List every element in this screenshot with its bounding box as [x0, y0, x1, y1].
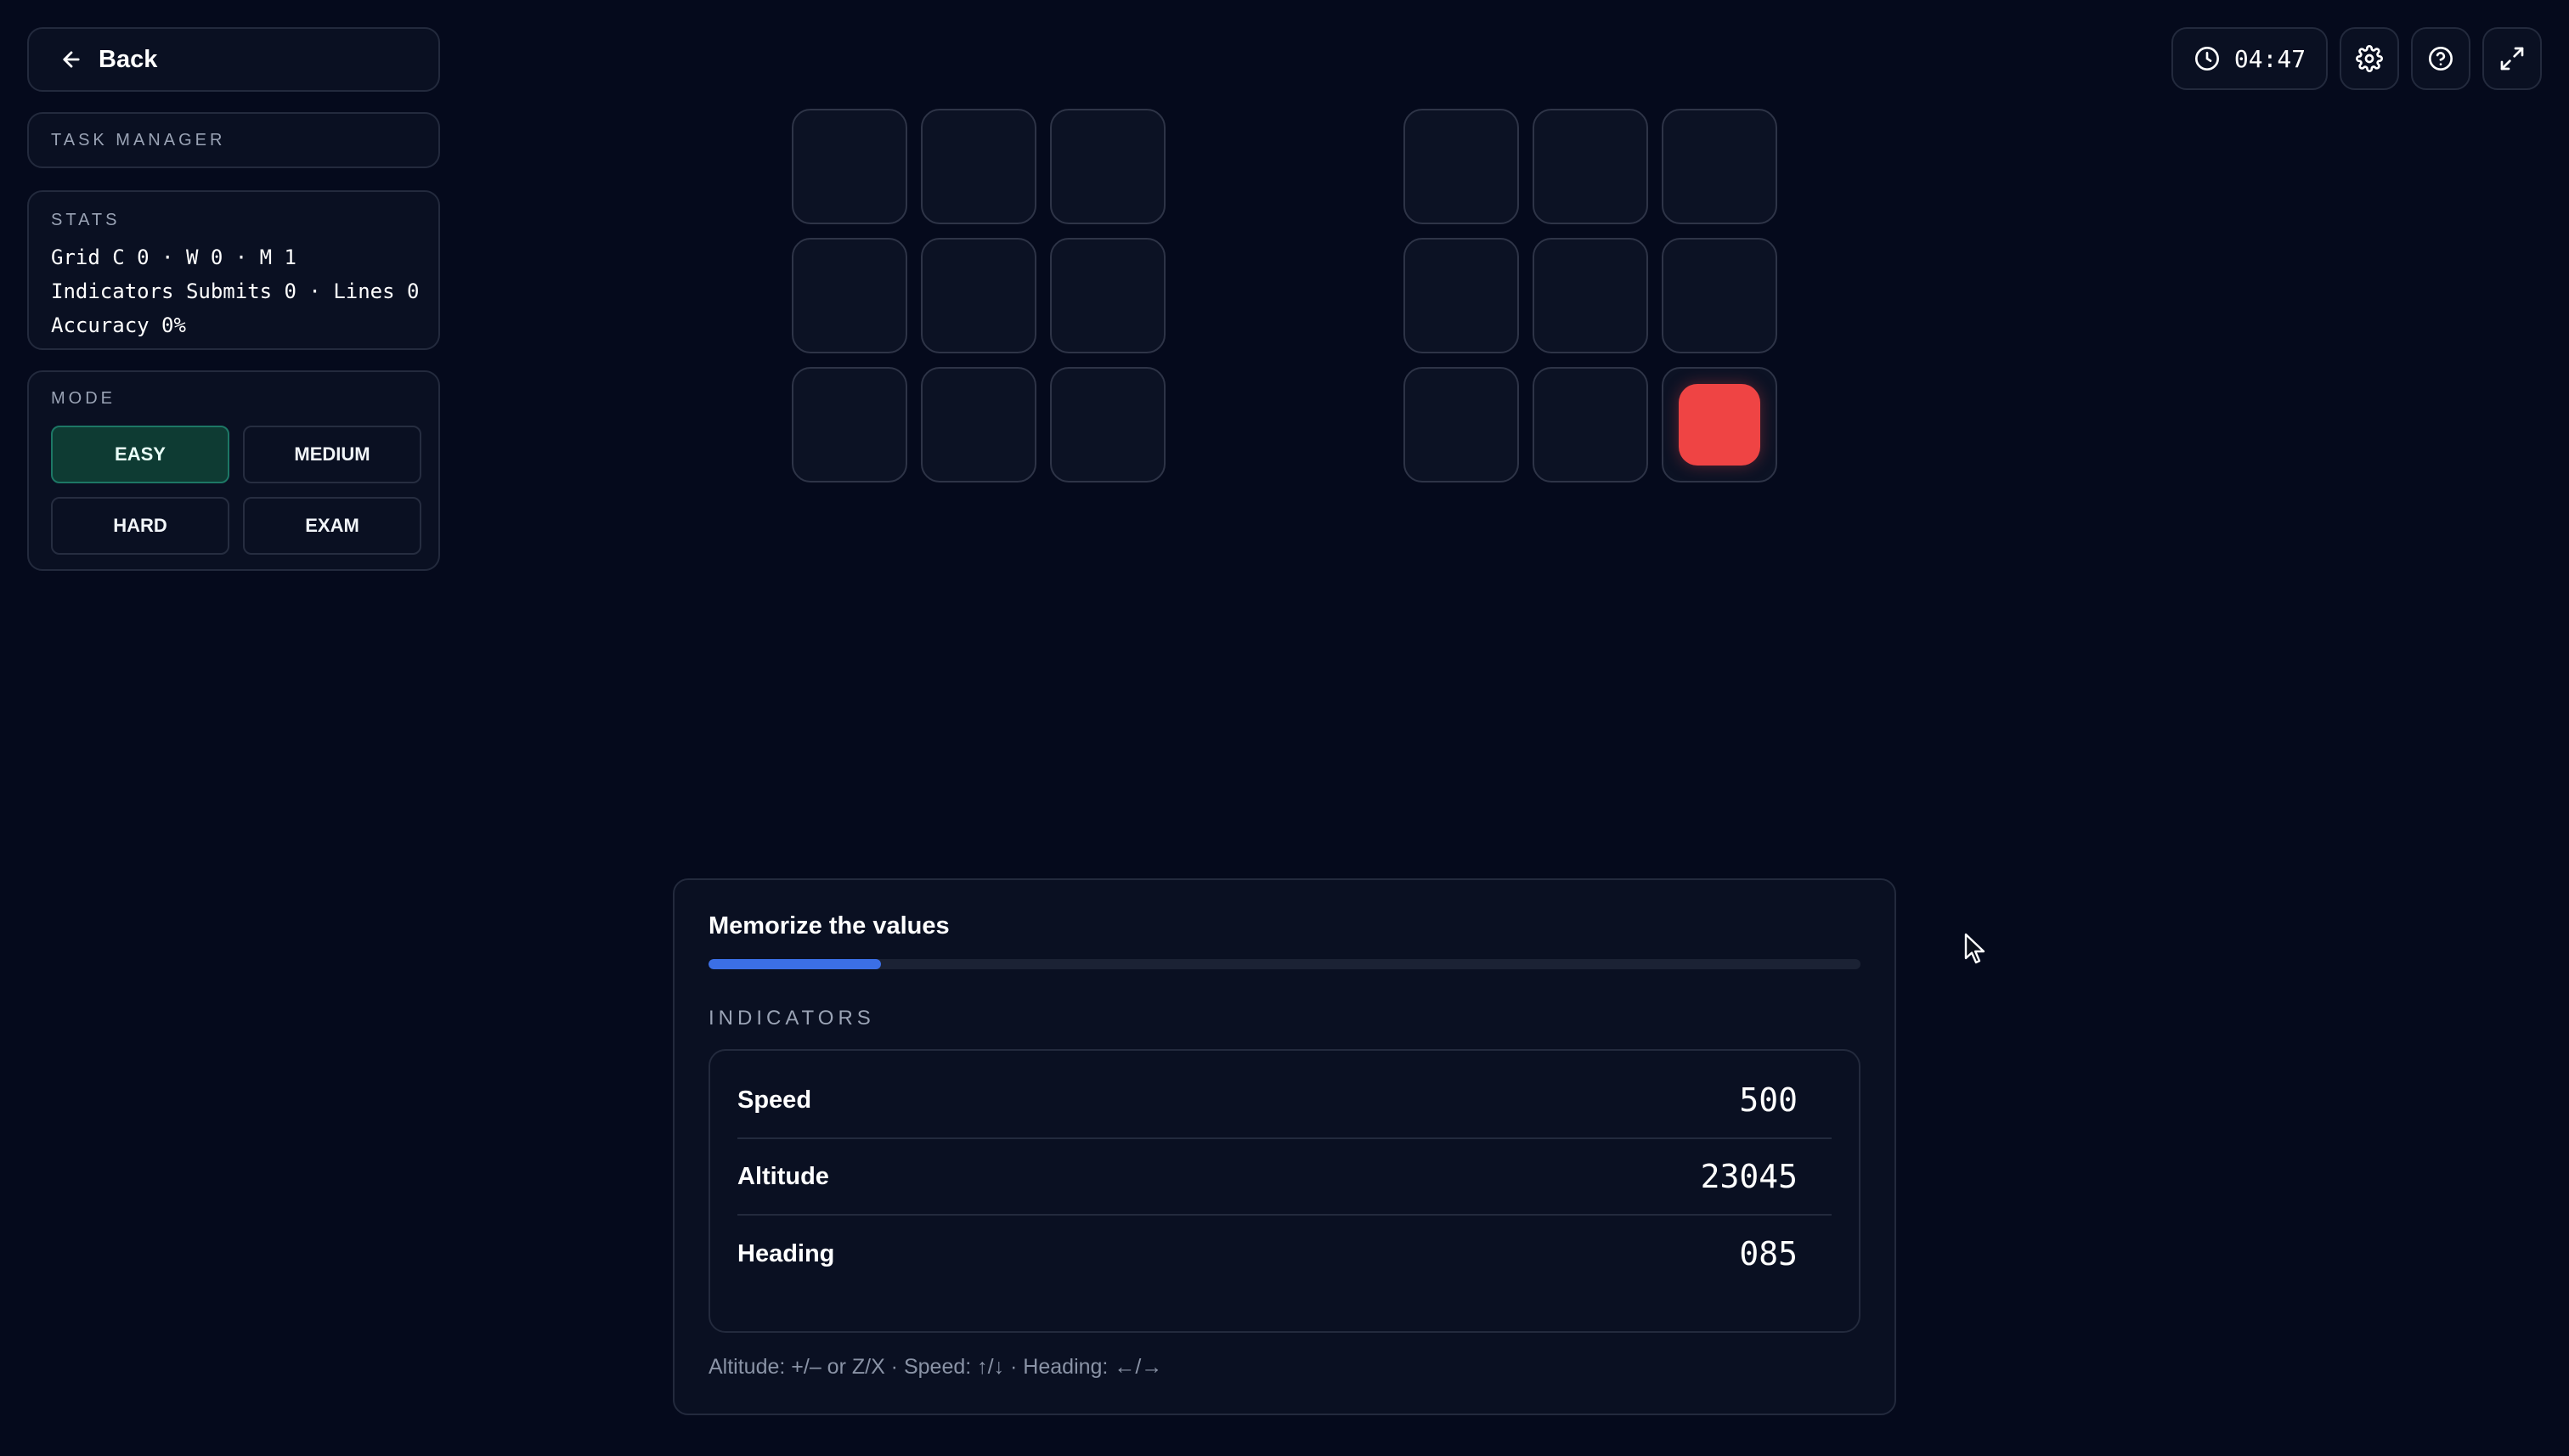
stats-heading: STATS: [51, 211, 121, 229]
mode-medium-button[interactable]: MEDIUM: [243, 426, 421, 483]
left-grid-cell[interactable]: [921, 367, 1036, 483]
right-grid: [1403, 109, 1777, 483]
mode-heading: MODE: [51, 389, 116, 408]
mode-hard-button[interactable]: HARD: [51, 497, 229, 555]
gear-icon: [2356, 45, 2383, 72]
left-grid-cell[interactable]: [921, 109, 1036, 224]
stats-card: STATS Grid C 0 · W 0 · M 1 Indicators Su…: [27, 190, 440, 350]
back-button[interactable]: Back: [27, 27, 440, 92]
mouse-cursor-icon: [1964, 933, 1985, 964]
arrow-left-icon: [63, 51, 80, 68]
left-grid: [792, 109, 1166, 483]
memorize-progress-fill: [709, 959, 882, 969]
left-grid-cell[interactable]: [792, 109, 907, 224]
task-manager-label: TASK MANAGER: [51, 130, 226, 150]
stats-grid-line: Grid C 0 · W 0 · M 1: [51, 245, 296, 269]
lit-cell-marker: [1679, 384, 1760, 466]
task-manager-card: TASK MANAGER: [27, 112, 440, 168]
indicator-name: Heading: [737, 1239, 835, 1267]
indicators-label: INDICATORS: [709, 1007, 875, 1030]
timer: 04:47: [2171, 27, 2328, 90]
mode-easy-button[interactable]: EASY: [51, 426, 229, 483]
indicator-name: Speed: [737, 1086, 812, 1114]
indicator-value: 500: [1739, 1081, 1798, 1119]
indicator-value: 085: [1739, 1235, 1798, 1273]
memorize-panel: Memorize the values INDICATORS Speed 500…: [673, 878, 1896, 1415]
left-grid-cell[interactable]: [1050, 238, 1166, 353]
fullscreen-button[interactable]: [2482, 27, 2542, 90]
indicators-list: Speed 500 Altitude 23045 Heading 085: [709, 1049, 1860, 1333]
fullscreen-icon: [2500, 47, 2524, 71]
indicator-row-altitude: Altitude 23045: [737, 1139, 1832, 1216]
settings-button[interactable]: [2340, 27, 2399, 90]
indicator-row-speed: Speed 500: [737, 1063, 1832, 1139]
left-grid-cell[interactable]: [921, 238, 1036, 353]
right-grid-cell[interactable]: [1533, 367, 1648, 483]
stats-accuracy-line: Accuracy 0%: [51, 313, 186, 337]
right-grid-cell[interactable]: [1662, 367, 1777, 483]
indicator-name: Altitude: [737, 1162, 829, 1190]
left-grid-cell[interactable]: [792, 367, 907, 483]
memorize-title: Memorize the values: [709, 912, 950, 940]
mode-exam-button[interactable]: EXAM: [243, 497, 421, 555]
left-grid-cell[interactable]: [1050, 367, 1166, 483]
timer-value: 04:47: [2233, 44, 2306, 73]
left-grid-cell[interactable]: [792, 238, 907, 353]
indicator-row-heading: Heading 085: [737, 1216, 1832, 1292]
back-label: Back: [99, 45, 158, 73]
right-grid-cell[interactable]: [1403, 109, 1519, 224]
controls-hint: Altitude: +/– or Z/X · Speed: ↑/↓ · Head…: [709, 1355, 1163, 1379]
left-grid-cell[interactable]: [1050, 109, 1166, 224]
indicator-value: 23045: [1700, 1158, 1798, 1195]
right-grid-cell[interactable]: [1662, 238, 1777, 353]
mode-card: MODE EASY MEDIUM HARD EXAM: [27, 370, 440, 571]
help-button[interactable]: [2411, 27, 2470, 90]
right-grid-cell[interactable]: [1662, 109, 1777, 224]
clock-icon: [2194, 47, 2219, 71]
right-grid-cell[interactable]: [1533, 109, 1648, 224]
right-grid-cell[interactable]: [1403, 238, 1519, 353]
help-icon: [2429, 47, 2453, 71]
right-grid-cell[interactable]: [1533, 238, 1648, 353]
stats-indicators-line: Indicators Submits 0 · Lines 0: [51, 279, 420, 303]
memorize-progress-bar: [709, 959, 1860, 969]
right-grid-cell[interactable]: [1403, 367, 1519, 483]
